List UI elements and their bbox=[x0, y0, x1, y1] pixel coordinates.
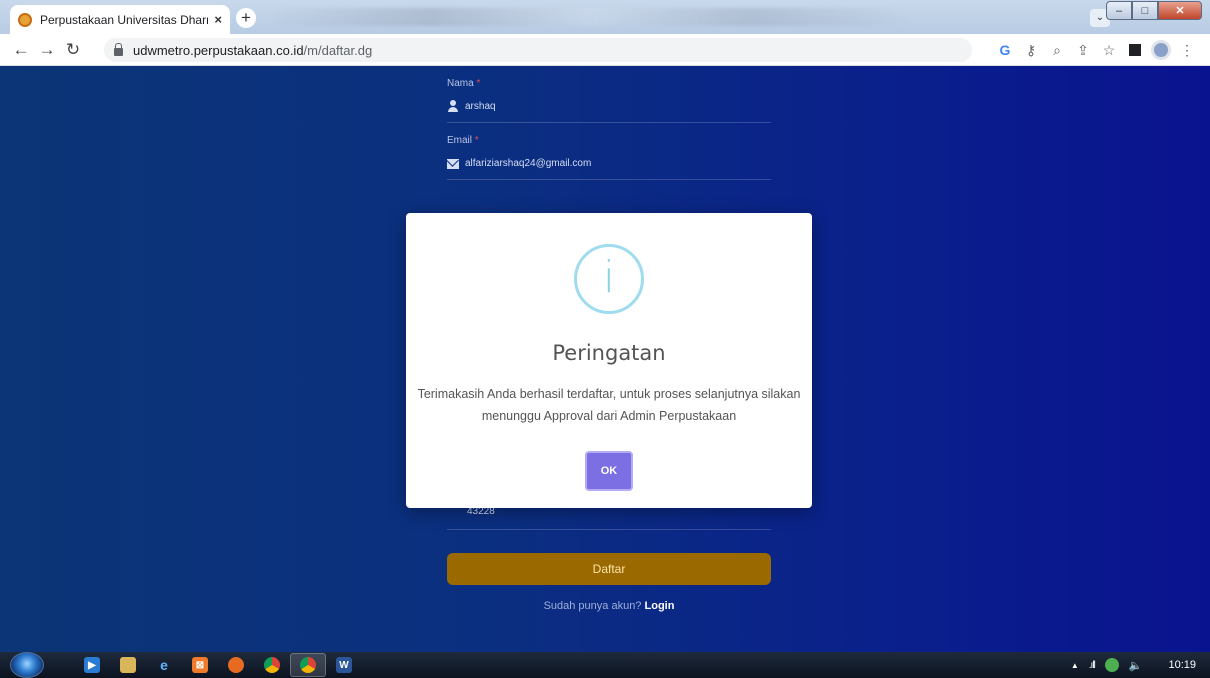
profile-avatar[interactable] bbox=[1150, 39, 1172, 61]
login-link[interactable]: Login bbox=[645, 600, 675, 612]
user-icon bbox=[447, 99, 459, 112]
email-value: alfariziarshaq24@gmail.com bbox=[465, 158, 592, 169]
google-icon[interactable]: G bbox=[994, 39, 1016, 61]
lock-icon bbox=[114, 42, 123, 56]
daftar-button[interactable]: Daftar bbox=[447, 553, 771, 585]
registration-form: Nama * arshaq Email * alfariziarshaq24@g… bbox=[447, 66, 771, 180]
chrome-icon[interactable] bbox=[254, 653, 290, 677]
zoom-icon[interactable]: ⌕ bbox=[1046, 39, 1068, 61]
media-player-icon[interactable]: ▶ bbox=[74, 653, 110, 677]
security-shield-icon[interactable] bbox=[1104, 658, 1119, 672]
share-icon[interactable]: ⇪ bbox=[1072, 39, 1094, 61]
taskbar: ▶ e ⊠ W ▲ .ıll 🔈 10:19 bbox=[0, 652, 1210, 678]
dialog-title: Peringatan bbox=[552, 341, 666, 365]
blurred-background-tabs bbox=[270, 8, 910, 26]
bookmark-star-icon[interactable]: ☆ bbox=[1098, 39, 1120, 61]
registration-page: Nama * arshaq Email * alfariziarshaq24@g… bbox=[0, 66, 1210, 652]
chrome-active-icon[interactable] bbox=[290, 653, 326, 677]
word-icon[interactable]: W bbox=[326, 653, 362, 677]
warning-dialog: i Peringatan Terimakasih Anda berhasil t… bbox=[406, 213, 812, 508]
new-tab-button[interactable]: + bbox=[236, 8, 256, 28]
email-field[interactable]: alfariziarshaq24@gmail.com bbox=[447, 146, 771, 180]
internet-explorer-icon[interactable]: e bbox=[146, 653, 182, 677]
email-label-text: Email bbox=[447, 135, 473, 146]
login-prompt: Sudah punya akun? Login bbox=[447, 600, 771, 612]
required-mark: * bbox=[476, 78, 481, 89]
window-controls: – □ ✕ bbox=[1106, 1, 1202, 20]
reload-icon[interactable]: ↻ bbox=[60, 37, 86, 63]
url-host: udwmetro.perpustakaan.co.id bbox=[133, 42, 304, 58]
tab-close-icon[interactable]: × bbox=[214, 12, 222, 27]
address-bar[interactable]: udwmetro.perpustakaan.co.id/m/daftar.dg bbox=[104, 38, 972, 62]
dialog-message: Terimakasih Anda berhasil terdaftar, unt… bbox=[417, 387, 801, 423]
login-prompt-text: Sudah punya akun? bbox=[543, 600, 642, 612]
mail-icon bbox=[447, 158, 459, 169]
back-arrow-icon[interactable]: ← bbox=[8, 37, 34, 63]
browser-toolbar: ← → ↻ udwmetro.perpustakaan.co.id/m/daft… bbox=[0, 34, 1210, 66]
show-hidden-icons-icon[interactable]: ▲ bbox=[1071, 661, 1079, 670]
network-signal-icon[interactable]: .ıll bbox=[1089, 660, 1096, 671]
password-key-icon[interactable]: ⚷ bbox=[1020, 39, 1042, 61]
ok-button[interactable]: OK bbox=[585, 451, 633, 491]
site-favicon-icon bbox=[18, 12, 32, 27]
taskbar-apps: ▶ e ⊠ W bbox=[74, 653, 362, 677]
volume-icon[interactable]: 🔈 bbox=[1129, 659, 1143, 672]
email-label: Email * bbox=[447, 135, 771, 146]
start-button[interactable] bbox=[10, 652, 44, 678]
info-icon: i bbox=[574, 244, 644, 314]
browser-titlebar: Perpustakaan Universitas Dharma × + ⌄ – … bbox=[0, 0, 1210, 34]
close-window-button[interactable]: ✕ bbox=[1158, 1, 1202, 20]
word-icon-glyph: W bbox=[336, 657, 352, 673]
nama-label-text: Nama bbox=[447, 78, 474, 89]
system-tray: ▲ .ıll 🔈 10:19 bbox=[1071, 652, 1196, 678]
side-panel-icon[interactable] bbox=[1124, 39, 1146, 61]
required-mark: * bbox=[474, 135, 479, 146]
clock[interactable]: 10:19 bbox=[1168, 659, 1196, 671]
toolbar-actions: G ⚷ ⌕ ⇪ ☆ ⋮ bbox=[994, 39, 1198, 61]
file-explorer-icon[interactable] bbox=[110, 653, 146, 677]
minimize-button[interactable]: – bbox=[1106, 1, 1132, 20]
nama-field[interactable]: arshaq bbox=[447, 89, 771, 123]
maximize-button[interactable]: □ bbox=[1132, 1, 1158, 20]
browser-tab[interactable]: Perpustakaan Universitas Dharma × bbox=[10, 5, 230, 34]
firefox-icon[interactable] bbox=[218, 653, 254, 677]
url-path: /m/daftar.dg bbox=[303, 42, 373, 58]
postal-code-field[interactable]: 43228 bbox=[447, 506, 771, 530]
forward-arrow-icon[interactable]: → bbox=[34, 37, 60, 63]
nama-value: arshaq bbox=[465, 101, 496, 112]
xampp-icon[interactable]: ⊠ bbox=[182, 653, 218, 677]
menu-kebab-icon[interactable]: ⋮ bbox=[1176, 39, 1198, 61]
nama-label: Nama * bbox=[447, 78, 771, 89]
tab-title: Perpustakaan Universitas Dharma bbox=[40, 12, 209, 27]
